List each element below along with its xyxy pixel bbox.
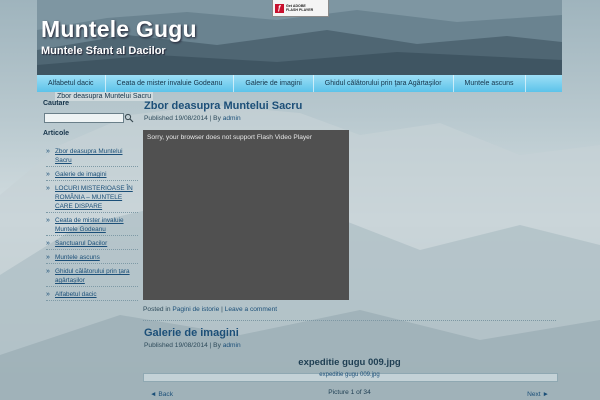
article-link[interactable]: Ceata de mister invaluie Muntele Godeanu [55,217,124,233]
flash-badge-line2: FLASH PLAYER [286,8,314,12]
footer-separator: | [221,306,223,313]
chevron-right-icon: » [46,148,50,155]
post-date: Published 19/08/2014 | By [144,342,221,349]
author-link[interactable]: admin [223,342,241,349]
article-link[interactable]: Muntele ascuns [55,254,100,261]
list-item: » Zbor deasupra Muntelui Sacru [46,147,138,167]
flash-player-icon: ƒ [275,3,284,13]
nav-item-ghidul-calatorului[interactable]: Ghidul călătorului prin ţara Agârtaşilor [314,75,454,92]
article-link[interactable]: Ghidul călătorului prin ţara agârtaşilor [55,268,130,284]
active-page-tab[interactable]: Zbor deasupra Muntelui Sacru [55,92,154,101]
search-icon[interactable] [124,113,134,123]
list-item: » Galerie de imagini [46,170,138,181]
list-item: » Ghidul călătorului prin ţara agârtaşilo… [46,267,138,287]
articles-list: » Zbor deasupra Muntelui Sacru » Galerie d… [46,147,138,304]
nav-item-alfabetul-dacic[interactable]: Alfabetul dacic [37,75,106,92]
leave-comment-link[interactable]: Leave a comment [225,306,277,313]
post-date: Published 19/08/2014 | By [144,115,221,122]
list-item: » LOCURI MISTERIOASE ÎN ROMÂNIA – MUNTELE… [46,184,138,213]
category-link[interactable]: Pagini de istorie [172,306,219,313]
gallery-next-button[interactable]: Next ► [527,391,549,398]
post-meta: Published 19/08/2014 | By admin [144,115,241,122]
article-link[interactable]: Alfabetul dacic [55,291,97,298]
list-item: » Sanctuarul Dacilor [46,239,138,250]
posted-in-label: Posted in [143,306,171,313]
search-input[interactable] [44,113,124,123]
search-heading: Cautare [43,100,70,107]
chevron-right-icon: » [46,217,50,224]
post-title[interactable]: Galerie de imagini [144,327,239,339]
video-unsupported-message: Sorry, your browser does not support Fla… [147,134,313,141]
get-flash-player-badge[interactable]: ƒ Get ADOBE FLASH PLAYER [272,0,329,17]
site-header: Muntele Gugu Muntele Sfant al Dacilor ƒ … [37,0,562,75]
nav-item-muntele-ascuns[interactable]: Muntele ascuns [454,75,526,92]
site-title[interactable]: Muntele Gugu [41,16,197,43]
chevron-right-icon: » [46,171,50,178]
chevron-right-icon: » [46,291,50,298]
post-footer: Posted in Pagini de istorie | Leave a co… [143,306,556,313]
article-link[interactable]: Galerie de imagini [55,171,107,178]
list-item: » Muntele ascuns [46,253,138,264]
article-link[interactable]: Sanctuarul Dacilor [55,240,107,247]
nav-item-galerie-de-imagini[interactable]: Galerie de imagini [234,75,314,92]
chevron-right-icon: » [46,268,50,275]
gallery-image-title: expeditie gugu 009.jpg [298,357,401,368]
gallery-image-caption[interactable]: expeditie gugu 009.jpg [143,372,556,378]
chevron-right-icon: » [46,240,50,247]
author-link[interactable]: admin [223,115,241,122]
chevron-right-icon: » [46,185,50,192]
nav-item-ceata-de-mister[interactable]: Ceata de mister invaluie Godeanu [106,75,235,92]
video-player[interactable]: Sorry, your browser does not support Fla… [143,130,349,300]
article-link[interactable]: LOCURI MISTERIOASE ÎN ROMÂNIA – MUNTELE … [55,185,133,210]
list-item: » Ceata de mister invaluie Muntele Godean… [46,216,138,236]
article-link[interactable]: Zbor deasupra Muntelui Sacru [55,148,123,164]
list-item: » Alfabetul dacic [46,290,138,301]
post-divider [143,320,556,321]
articles-heading: Articole [43,130,70,137]
gallery-counter: Picture 1 of 34 [328,389,371,396]
site-tagline: Muntele Sfant al Dacilor [41,45,166,57]
main-navigation: Alfabetul dacic Ceata de mister invaluie… [37,75,562,92]
post-meta: Published 19/08/2014 | By admin [144,342,241,349]
chevron-right-icon: » [46,254,50,261]
post-title[interactable]: Zbor deasupra Muntelui Sacru [144,100,302,112]
